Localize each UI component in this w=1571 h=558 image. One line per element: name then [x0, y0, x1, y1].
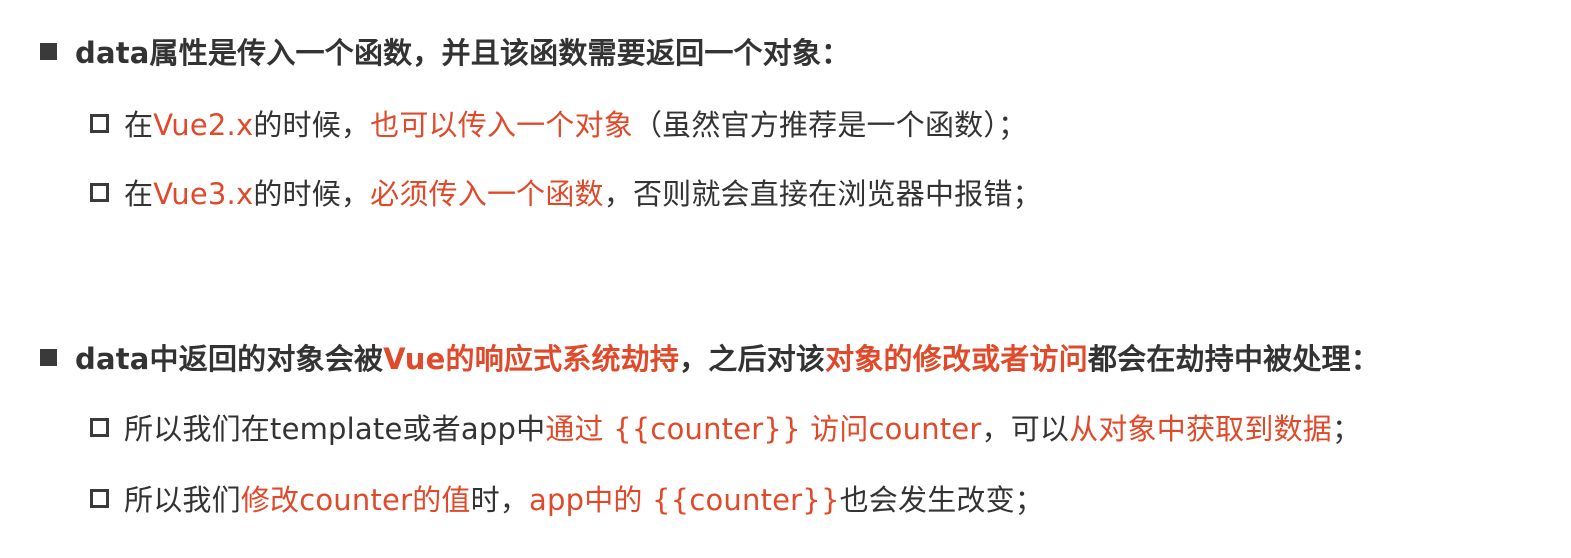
- text-segment: 的时候，: [253, 108, 371, 142]
- text-segment: ，之后对该: [679, 342, 826, 376]
- text-segment: ，可以: [981, 412, 1070, 446]
- bullet-data-function: data属性是传入一个函数，并且该函数需要返回一个对象：: [40, 30, 850, 72]
- highlight-segment: 也可以传入一个对象: [370, 108, 633, 142]
- text-segment: 也会发生改变；: [839, 483, 1045, 517]
- sub-bullet-vue2: 在Vue2.x的时候，也可以传入一个对象（虽然官方推荐是一个函数）；: [90, 102, 1027, 144]
- sub-bullet-text: 所以我们在template或者app中通过 {{counter}} 访问coun…: [124, 406, 1361, 448]
- bullet-heading-text: data中返回的对象会被Vue的响应式系统劫持，之后对该对象的修改或者访问都会在…: [75, 336, 1380, 378]
- text-segment: （虽然官方推荐是一个函数）；: [632, 108, 1028, 142]
- highlight-segment: app中的 {{counter}}: [529, 483, 840, 517]
- text-segment: 在: [124, 108, 154, 142]
- text-segment: 所以我们: [124, 483, 241, 517]
- hollow-square-bullet-icon: [90, 113, 109, 133]
- sub-bullet-text: 所以我们修改counter的值时，app中的 {{counter}}也会发生改变…: [124, 477, 1044, 519]
- bullet-heading-text: data属性是传入一个函数，并且该函数需要返回一个对象：: [75, 36, 851, 70]
- hollow-square-bullet-icon: [90, 182, 109, 202]
- sub-bullet-modify-counter: 所以我们修改counter的值时，app中的 {{counter}}也会发生改变…: [90, 477, 1044, 519]
- text-segment: 所以我们在template或者app中: [124, 412, 546, 446]
- filled-square-bullet-icon: [40, 348, 57, 366]
- highlight-segment: 对象的修改或者访问: [825, 342, 1088, 376]
- highlight-segment: Vue的响应式系统劫持: [383, 342, 680, 376]
- highlight-segment: 修改counter的值: [240, 483, 471, 517]
- sub-bullet-vue3: 在Vue3.x的时候，必须传入一个函数，否则就会直接在浏览器中报错；: [90, 171, 1042, 213]
- highlight-segment: 通过 {{counter}} 访问counter: [545, 412, 982, 446]
- text-segment: ，否则就会直接在浏览器中报错；: [603, 177, 1042, 211]
- text-segment: 的时候，: [253, 177, 371, 211]
- text-segment: 在: [124, 177, 154, 211]
- text-segment: 都会在劫持中被处理：: [1087, 342, 1380, 376]
- sub-bullet-text: 在Vue2.x的时候，也可以传入一个对象（虽然官方推荐是一个函数）；: [124, 102, 1027, 144]
- hollow-square-bullet-icon: [90, 417, 109, 437]
- text-segment: ；: [1331, 412, 1362, 446]
- slide: data属性是传入一个函数，并且该函数需要返回一个对象： 在Vue2.x的时候，…: [0, 0, 1571, 558]
- bullet-reactive-hijack: data中返回的对象会被Vue的响应式系统劫持，之后对该对象的修改或者访问都会在…: [40, 336, 1380, 378]
- filled-square-bullet-icon: [40, 42, 57, 60]
- sub-bullet-text: 在Vue3.x的时候，必须传入一个函数，否则就会直接在浏览器中报错；: [124, 171, 1042, 213]
- sub-bullet-access-counter: 所以我们在template或者app中通过 {{counter}} 访问coun…: [90, 406, 1361, 448]
- text-segment: 时，: [470, 483, 530, 517]
- highlight-segment: Vue3.x: [153, 177, 254, 211]
- highlight-segment: 必须传入一个函数: [370, 177, 604, 211]
- highlight-segment: 从对象中获取到数据: [1069, 412, 1332, 446]
- highlight-segment: Vue2.x: [153, 108, 254, 142]
- hollow-square-bullet-icon: [90, 488, 109, 508]
- text-segment: data中返回的对象会被: [75, 342, 384, 376]
